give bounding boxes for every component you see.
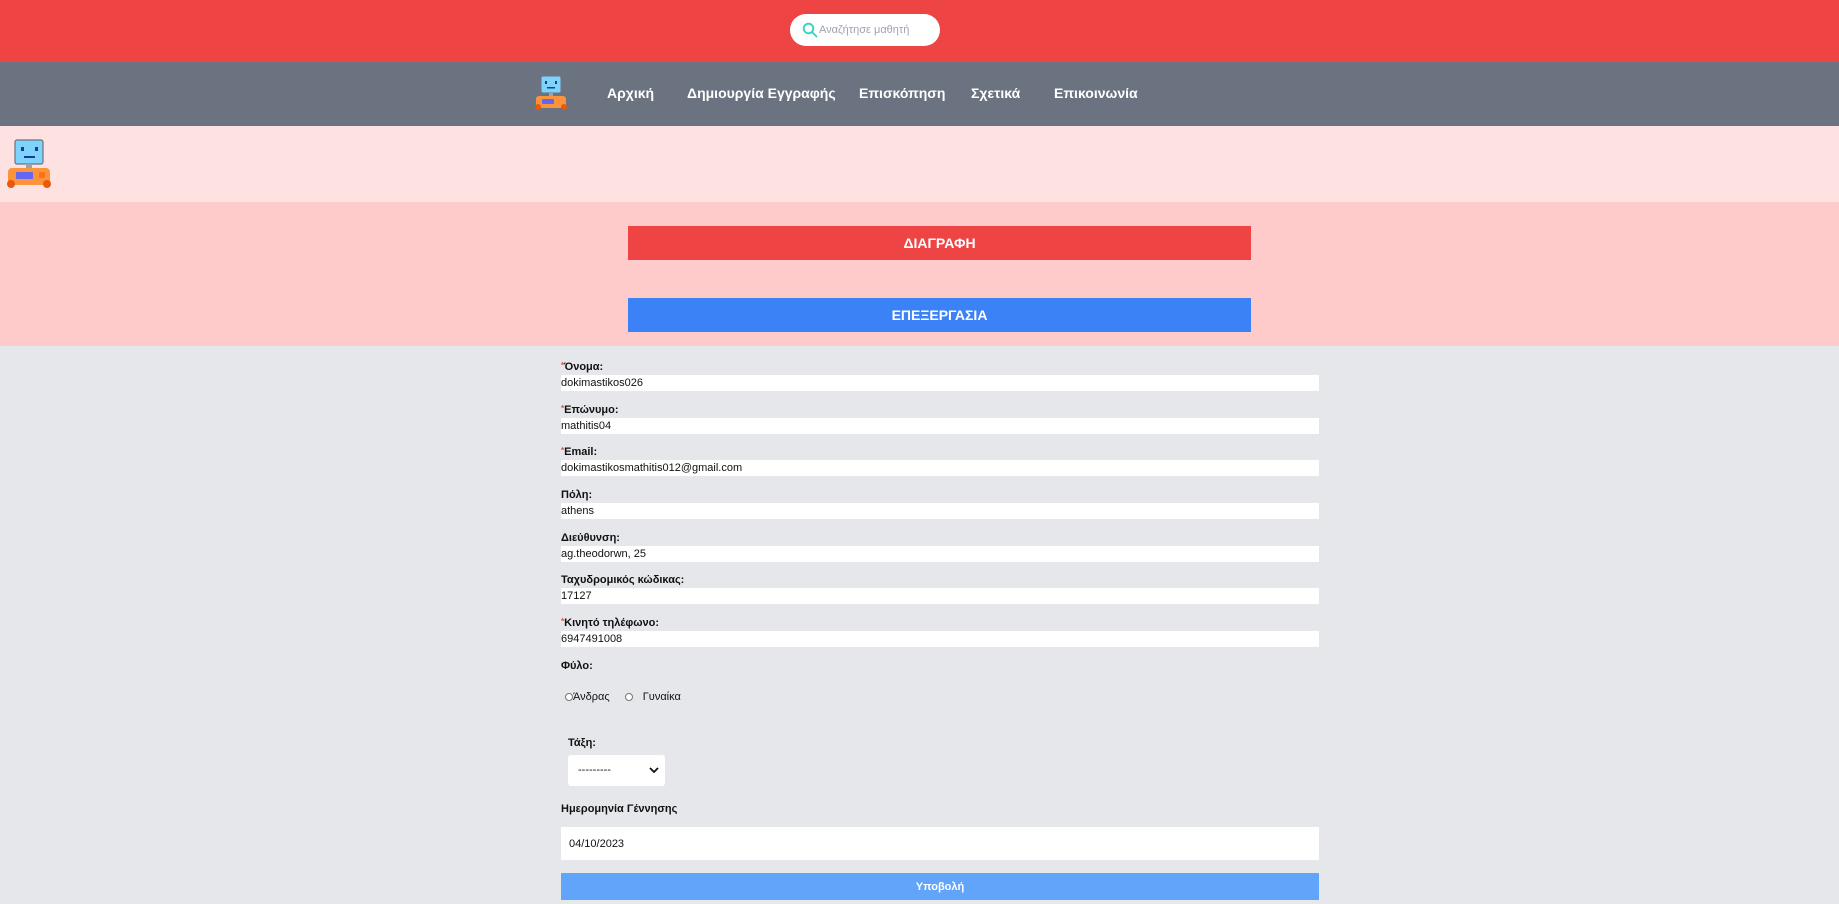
last-name-label: *Επώνυμο: — [561, 404, 619, 416]
birthdate-field[interactable]: 04/10/2023 — [561, 827, 1319, 860]
class-label: Τάξη: — [568, 737, 596, 749]
birthdate-value: 04/10/2023 — [569, 838, 625, 850]
gender-male-label: Άνδρας — [573, 691, 610, 703]
delete-button[interactable]: ΔΙΑΓΡΑΦΗ — [628, 226, 1251, 260]
nav-home[interactable]: Αρχική — [607, 85, 654, 101]
nav-create-record[interactable]: Δημιουργία Εγγραφής — [687, 85, 836, 101]
record-actions: ΔΙΑΓΡΑΦΗ ΕΠΕΞΕΡΓΑΣΙΑ — [0, 202, 1839, 346]
first-name-field[interactable] — [561, 375, 1319, 391]
first-name-label: *Όνομα: — [561, 361, 604, 373]
student-form: *Όνομα: *Επώνυμο: *Email: Πόλη: Διεύθυνσ… — [0, 346, 1839, 904]
mobile-phone-field[interactable] — [561, 631, 1319, 647]
class-select-value: --------- — [578, 764, 611, 776]
class-select[interactable]: --------- — [568, 755, 665, 786]
address-label: Διεύθυνση: — [561, 532, 620, 544]
search-icon — [802, 22, 818, 38]
header-strip — [0, 126, 1839, 202]
computer-mascot-image — [7, 139, 51, 188]
gender-options: Άνδρας Γυναίκα — [565, 691, 681, 703]
nav-about[interactable]: Σχετικά — [971, 85, 1020, 101]
mobile-phone-label: *Κινητό τηλέφωνο: — [561, 617, 660, 629]
email-field[interactable] — [561, 460, 1319, 476]
birthdate-label: Ημερομηνία Γέννησης — [561, 803, 678, 815]
city-label: Πόλη: — [561, 489, 593, 501]
nav-overview[interactable]: Επισκόπηση — [859, 85, 945, 101]
edit-button[interactable]: ΕΠΕΞΕΡΓΑΣΙΑ — [628, 298, 1251, 332]
computer-mascot-logo[interactable] — [533, 74, 569, 112]
nav-contact[interactable]: Επικοινωνία — [1054, 85, 1138, 101]
last-name-field[interactable] — [561, 418, 1319, 434]
gender-label: Φύλο: — [561, 660, 593, 672]
top-search-bar — [0, 0, 1839, 62]
gender-female-radio[interactable] — [624, 693, 633, 702]
email-label: *Email: — [561, 446, 598, 458]
search-box[interactable] — [790, 14, 940, 46]
city-field[interactable] — [561, 503, 1319, 519]
postal-code-field[interactable] — [561, 588, 1319, 604]
submit-button[interactable]: Υποβολή — [561, 873, 1319, 900]
gender-female-label: Γυναίκα — [642, 691, 681, 703]
postal-code-label: Ταχυδρομικός κώδικας: — [561, 574, 685, 586]
search-input[interactable] — [819, 22, 934, 38]
gender-male-radio[interactable] — [565, 693, 573, 702]
main-nav: Αρχική Δημιουργία Εγγραφής Επισκόπηση Σχ… — [0, 62, 1839, 126]
address-field[interactable] — [561, 546, 1319, 562]
chevron-down-icon — [649, 767, 659, 774]
